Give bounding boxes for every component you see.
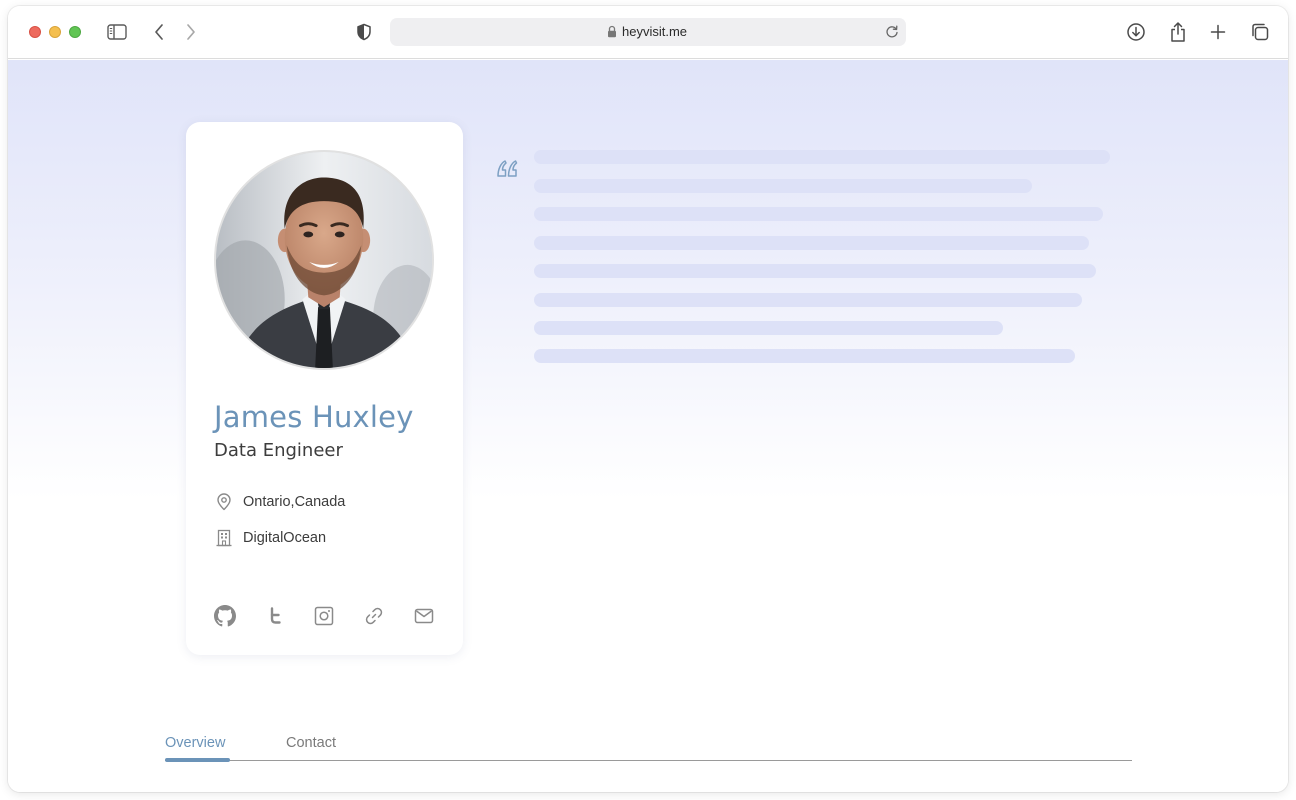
page-content: James Huxley Data Engineer Ontario,Canad…	[8, 60, 1288, 792]
tab-overview[interactable]: Overview	[165, 735, 225, 751]
location-row: Ontario,Canada	[214, 492, 345, 512]
zoom-window-button[interactable]	[69, 26, 81, 38]
instagram-icon[interactable]	[313, 605, 335, 627]
quote-icon	[496, 159, 520, 184]
github-icon[interactable]	[214, 605, 236, 627]
close-window-button[interactable]	[29, 26, 41, 38]
tabs-divider	[165, 760, 1132, 761]
lock-icon	[607, 25, 617, 43]
browser-window: heyvisit.me James Huxley Data Engineer O…	[8, 6, 1288, 792]
bio-skeleton-line	[534, 207, 1103, 221]
back-icon[interactable]	[147, 20, 171, 44]
new-tab-icon[interactable]	[1206, 20, 1230, 44]
mail-icon[interactable]	[413, 605, 435, 627]
bio-skeleton-line	[534, 150, 1110, 164]
bio-skeleton-line	[534, 264, 1096, 278]
share-icon[interactable]	[1166, 20, 1190, 44]
minimize-window-button[interactable]	[49, 26, 61, 38]
twitter-icon[interactable]	[264, 605, 286, 627]
browser-toolbar: heyvisit.me	[8, 6, 1288, 59]
privacy-shield-icon[interactable]	[352, 20, 376, 44]
social-links	[214, 605, 435, 627]
avatar	[214, 150, 434, 370]
profile-card: James Huxley Data Engineer Ontario,Canad…	[186, 122, 463, 655]
profile-name: James Huxley	[214, 400, 414, 434]
bio-skeleton-line	[534, 349, 1075, 363]
url-text: heyvisit.me	[622, 24, 688, 39]
company-row: DigitalOcean	[214, 528, 326, 548]
bio-skeleton-line	[534, 236, 1089, 250]
profile-role: Data Engineer	[214, 440, 343, 461]
tab-overview-icon[interactable]	[1248, 20, 1272, 44]
tab-contact[interactable]: Contact	[286, 735, 336, 751]
building-icon	[214, 528, 234, 548]
link-icon[interactable]	[363, 605, 385, 627]
bio-skeleton-line	[534, 321, 1003, 335]
bio-skeleton-line	[534, 293, 1082, 307]
reload-icon[interactable]	[884, 24, 900, 45]
address-bar[interactable]: heyvisit.me	[390, 18, 906, 46]
location-pin-icon	[214, 492, 234, 512]
company-text: DigitalOcean	[243, 530, 327, 546]
bio-skeleton-line	[534, 179, 1032, 193]
downloads-icon[interactable]	[1124, 20, 1148, 44]
active-tab-indicator	[165, 758, 230, 762]
location-text: Ontario,Canada	[243, 494, 346, 510]
forward-icon[interactable]	[179, 20, 203, 44]
sidebar-toggle-icon[interactable]	[105, 20, 129, 44]
